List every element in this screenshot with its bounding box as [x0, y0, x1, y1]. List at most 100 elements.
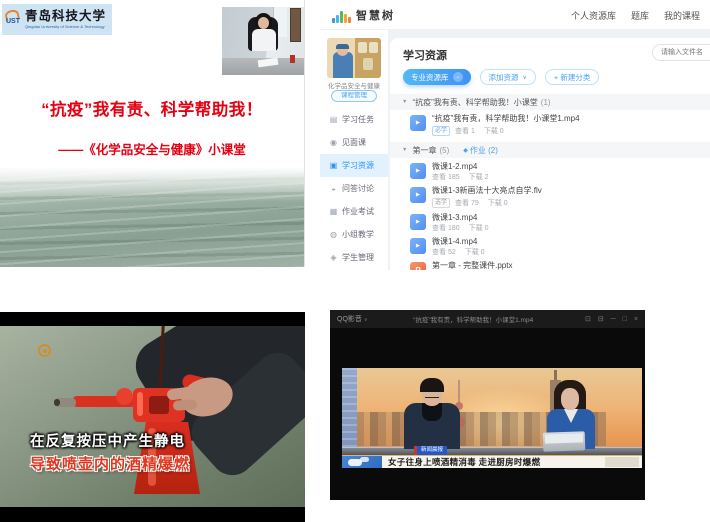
- arrow-right-icon: →: [453, 72, 463, 82]
- file-row[interactable]: ▶ 微课1-3新画法十大亮点自学.flv 选学 查看 79 下载 0: [410, 187, 710, 208]
- views-link[interactable]: 查看 185: [432, 174, 460, 181]
- search-input[interactable]: [652, 44, 710, 61]
- lms-top-nav: 个人资源库 题库 我的课程: [571, 9, 700, 22]
- video-file-icon: ▶: [410, 187, 426, 203]
- screenshot-icon[interactable]: ⊡: [585, 316, 591, 323]
- video-file-icon: ▶: [410, 214, 426, 230]
- maximize-button[interactable]: □: [623, 316, 627, 323]
- spray-video-frame: 在反复按压中产生静电 导致喷壶内的酒精爆燃: [0, 312, 305, 522]
- tasks-icon: ▤: [329, 115, 338, 124]
- sidebar-item-meetings[interactable]: ◉ 见面课: [320, 131, 388, 154]
- slide-title: “抗疫”我有责、科学帮助我！: [0, 96, 304, 120]
- bars-logo-icon: [332, 11, 352, 23]
- add-resource-button[interactable]: 添加资源 ∨: [480, 69, 536, 85]
- video-file-icon: ▶: [410, 238, 426, 254]
- page-title: 学习资源: [403, 47, 447, 63]
- views-link[interactable]: 查看 79: [455, 200, 479, 207]
- file-row[interactable]: ▶ “抗疫”我有责，科学帮助我！小课堂1.mp4 必学 查看 1 下载 0: [410, 115, 710, 136]
- resource-list: ▼ “抗疫”我有责、科学帮助我！小课堂 (1) ▶ “抗疫”我有责，科学帮助我！…: [390, 94, 710, 270]
- male-anchor-hair: [420, 378, 444, 392]
- male-anchor: [404, 403, 460, 449]
- player-titlebar[interactable]: QQ影音∨ “抗疫”我有责，科学帮助我！小课堂1.mp4 ⊡ ⊟ ─ □ ×: [330, 310, 645, 328]
- downloads-link[interactable]: 下载 0: [488, 200, 508, 207]
- brand-name: 智慧树: [356, 7, 395, 23]
- section-header-kangyi[interactable]: ▼ “抗疫”我有责、科学帮助我！小课堂 (1): [390, 94, 710, 110]
- homework-badge[interactable]: ◆ 作业 (2): [463, 145, 498, 156]
- views-link[interactable]: 查看 1: [455, 128, 475, 135]
- mini-mode-icon[interactable]: ⊟: [598, 316, 604, 323]
- subtitle-line-2: 导致喷壶内的酒精爆燃: [30, 453, 190, 474]
- file-row[interactable]: ▶ 微课1-4.mp4 查看 52 下载 0: [410, 238, 710, 256]
- sidebar-item-exams[interactable]: ▦ 作业考试: [320, 200, 388, 223]
- app-menu-button[interactable]: QQ影音∨: [337, 314, 368, 324]
- file-row[interactable]: ▶ 微课1-3.mp4 查看 180 下载 0: [410, 214, 710, 232]
- slide-subtitle: ——《化学品安全与健康》小课堂: [0, 139, 304, 158]
- sidebar-item-qa[interactable]: ◒ 问答讨论: [320, 177, 388, 200]
- file-row[interactable]: P 第一章 - 完整课件.pptx 查看 81 下载 2: [410, 262, 710, 270]
- university-name-cn: 青岛科技大学: [25, 10, 113, 23]
- nav-question-bank[interactable]: 题库: [631, 9, 649, 22]
- screenshot-collage: UST 青岛科技大学 Qingdao University of Science…: [0, 0, 710, 522]
- exams-icon: ▦: [329, 207, 338, 216]
- news-headline: 女子往身上喷酒精消毒 走进厨房时爆燃: [388, 456, 540, 468]
- university-name-en: Qingdao University of Science & Technolo…: [25, 25, 105, 29]
- lms-window: 智慧树 个人资源库 题库 我的课程 化学品安全与健康 课程管理 ▤ 学习任务 ◉: [320, 0, 710, 270]
- female-anchor-head: [561, 388, 579, 410]
- university-logo: UST 青岛科技大学 Qingdao University of Science…: [2, 4, 112, 35]
- sidebar-item-tasks[interactable]: ▤ 学习任务: [320, 108, 388, 131]
- glasses: [425, 395, 439, 398]
- lecture-slide-video: UST 青岛科技大学 Qingdao University of Science…: [0, 0, 305, 267]
- course-manage-button[interactable]: 课程管理: [331, 90, 377, 102]
- window-title: “抗疫”我有责，科学帮助我！小课堂1.mp4: [368, 314, 579, 324]
- close-button[interactable]: ×: [634, 316, 638, 323]
- pro-library-button[interactable]: 专业资源库 →: [403, 69, 471, 85]
- new-category-button[interactable]: + 新建分类: [545, 69, 599, 85]
- course-sidebar: 化学品安全与健康 课程管理 ▤ 学习任务 ◉ 见面课 ▣ 学习资源 ◒ 问答讨论…: [320, 30, 388, 270]
- window-controls: ⊡ ⊟ ─ □ ×: [585, 316, 638, 323]
- spray-scene: 在反复按压中产生静电 导致喷壶内的酒精爆燃: [0, 326, 305, 507]
- zhihuishu-logo[interactable]: 智慧树: [332, 7, 395, 23]
- downloads-link[interactable]: 下载 0: [469, 225, 489, 232]
- file-row[interactable]: ▶ 微课1-2.mp4 查看 185 下载 2: [410, 163, 710, 181]
- finger: [173, 399, 198, 411]
- lecturer-webcam-video: [222, 7, 305, 75]
- lms-header: 智慧树 个人资源库 题库 我的课程: [320, 0, 710, 30]
- video-file-icon: ▶: [410, 115, 426, 131]
- resources-icon: ▣: [329, 161, 338, 170]
- sidebar-item-groups[interactable]: ◍ 小组教学: [320, 223, 388, 246]
- students-icon: ◈: [329, 253, 338, 262]
- qa-icon: ◒: [329, 184, 338, 193]
- news-video-frame: 新闻晨报 女子往身上喷酒精消毒 走进厨房时爆燃: [342, 368, 642, 468]
- tv-channel-logo: [342, 456, 382, 469]
- nav-personal-library[interactable]: 个人资源库: [571, 9, 616, 22]
- sidebar-item-resources[interactable]: ▣ 学习资源: [320, 154, 388, 177]
- ticker-watermark: [605, 457, 639, 467]
- subtitle-line-1: 在反复按压中产生静电: [30, 430, 185, 451]
- caret-down-icon: ▼: [402, 99, 407, 105]
- sidebar-menu: ▤ 学习任务 ◉ 见面课 ▣ 学习资源 ◒ 问答讨论 ▦ 作业考试 ◍ 小组教学: [320, 108, 388, 270]
- ppt-file-icon: P: [410, 262, 426, 270]
- views-link[interactable]: 查看 52: [432, 249, 456, 256]
- downloads-link[interactable]: 下载 0: [484, 128, 504, 135]
- nav-my-courses[interactable]: 我的课程: [664, 9, 700, 22]
- required-tag: 必学: [432, 126, 450, 136]
- chevron-down-icon: ∨: [523, 74, 527, 81]
- nozzle-tip: [54, 398, 76, 407]
- optional-tag: 选学: [432, 198, 450, 208]
- minimize-button[interactable]: ─: [611, 316, 616, 323]
- sidebar-item-students[interactable]: ◈ 学生管理: [320, 246, 388, 269]
- sidebar-item-analytics[interactable]: ▨ 学情数据: [320, 269, 388, 270]
- meeting-class-icon: ◉: [329, 138, 338, 147]
- qq-player-window: QQ影音∨ “抗疫”我有责，科学帮助我！小课堂1.mp4 ⊡ ⊟ ─ □ ×: [330, 310, 645, 500]
- qust-logo-icon: UST: [5, 9, 22, 31]
- news-ticker: 女子往身上喷酒精消毒 走进厨房时爆燃: [342, 455, 642, 468]
- slide-water-background: [0, 167, 304, 267]
- downloads-link[interactable]: 下载 2: [469, 174, 489, 181]
- section-header-chapter1[interactable]: ▼ 第一章 (5) ◆ 作业 (2): [390, 142, 710, 158]
- homework-icon: ◆: [463, 147, 468, 154]
- course-thumbnail[interactable]: [327, 38, 381, 78]
- views-link[interactable]: 查看 180: [432, 225, 460, 232]
- downloads-link[interactable]: 下载 0: [465, 249, 485, 256]
- news-program-tag: 新闻晨报: [414, 446, 447, 455]
- caret-down-icon: ▼: [402, 147, 407, 153]
